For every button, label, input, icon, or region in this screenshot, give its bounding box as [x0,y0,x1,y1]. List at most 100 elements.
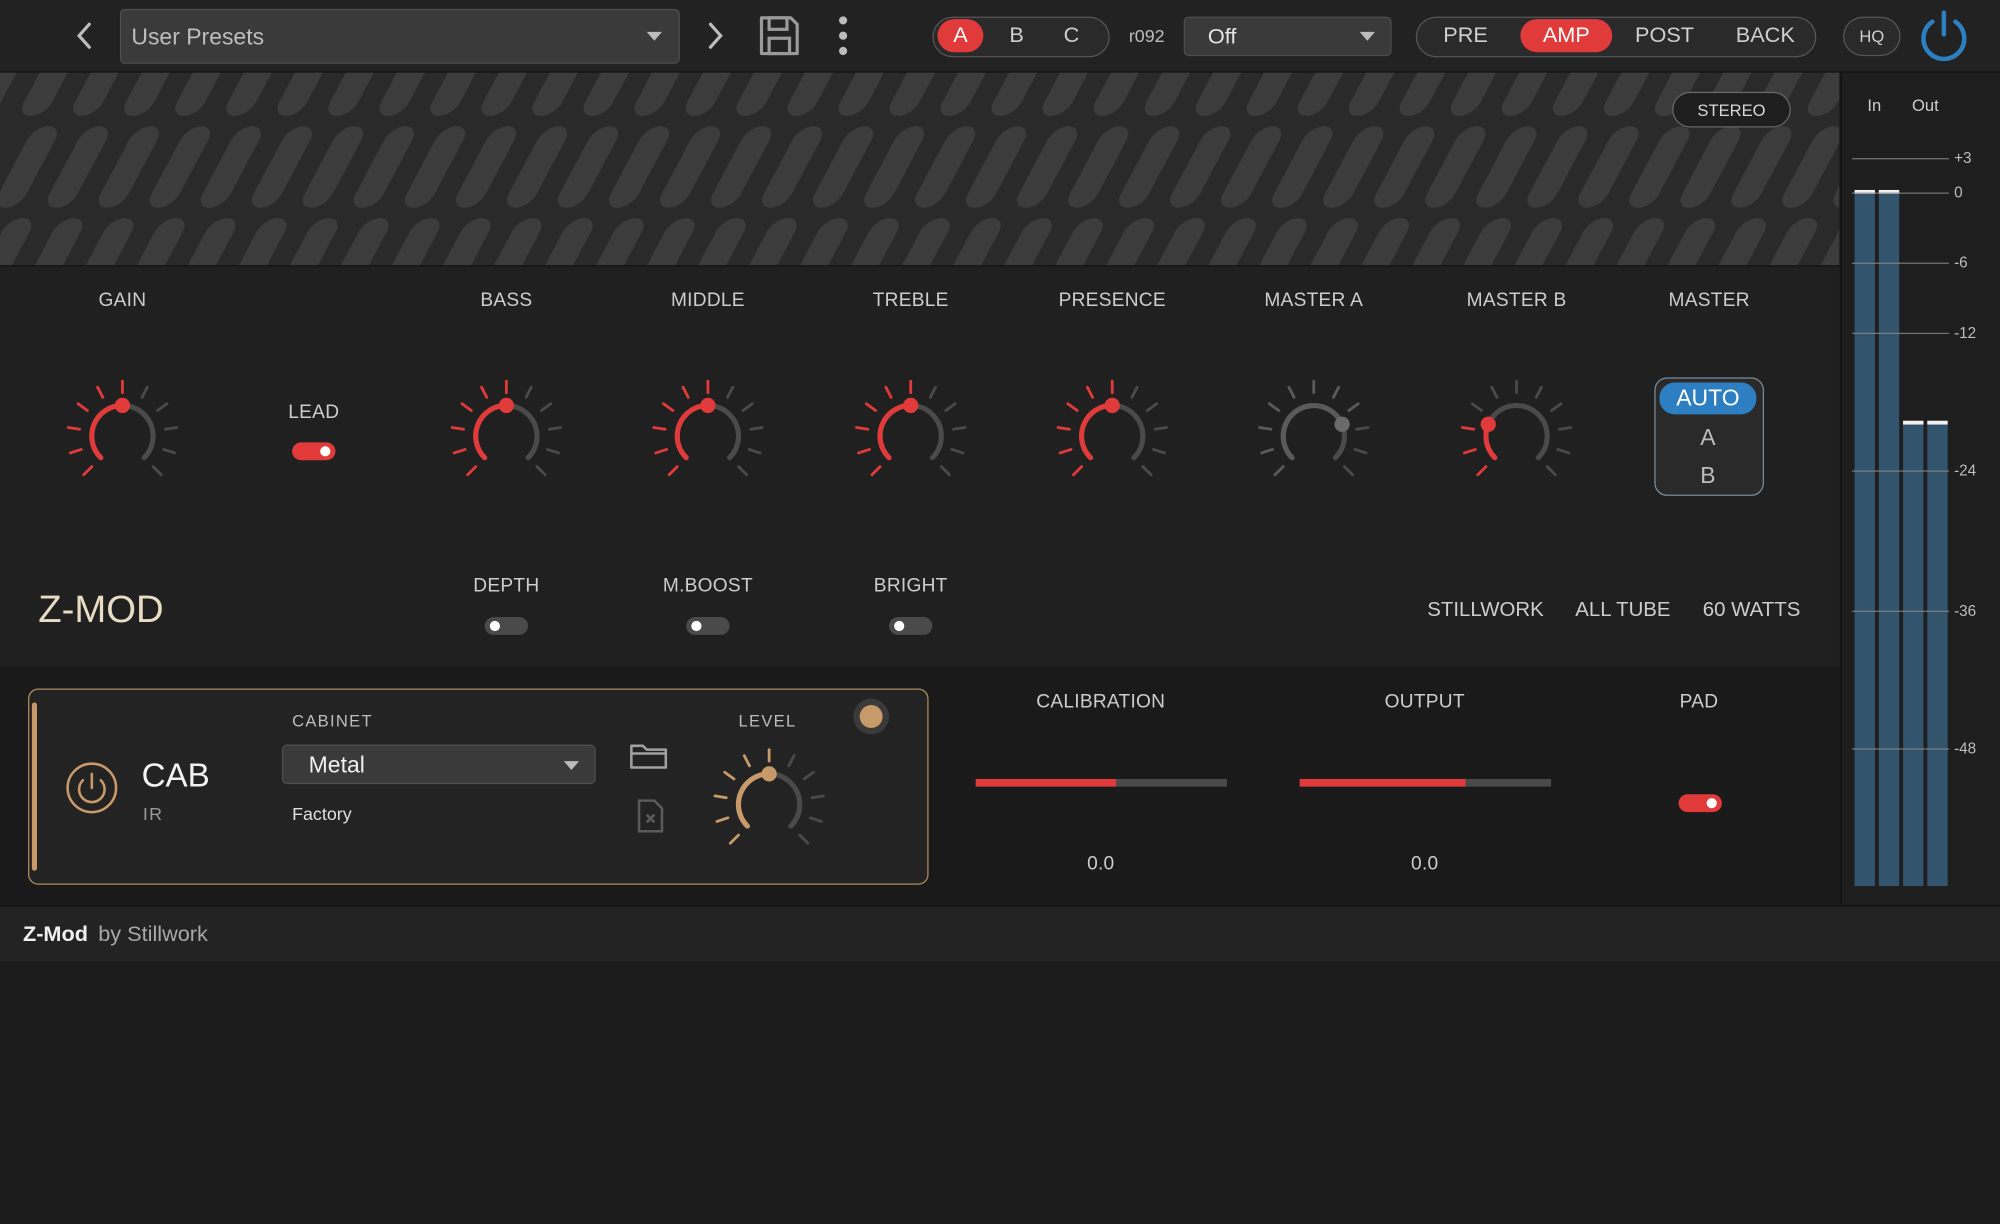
mode-dropdown[interactable]: Off [1183,16,1392,57]
knob-tick [808,816,823,823]
master-b-knob[interactable] [1453,372,1581,499]
grille-slot [1802,72,1840,117]
meter-scale-tick: 0 [1954,183,1963,202]
cab-source: Factory [292,803,352,824]
meter-scale-tick: -12 [1954,323,1977,342]
mboost-toggle[interactable] [686,617,730,635]
master-a-label: MASTER A [1264,289,1364,312]
cab-indicator[interactable] [853,698,890,735]
knob-arc [674,402,711,461]
knob-tick [749,426,764,431]
output-value: 0.0 [1411,852,1439,875]
tab-amp[interactable]: AMP [1520,19,1613,53]
knob-arc [1483,402,1550,461]
tab-post[interactable]: POST [1621,19,1708,52]
knob-tick [76,402,89,412]
cabinet-dropdown[interactable]: Metal [281,744,596,785]
chevron-down-icon [563,761,580,771]
depth-label: DEPTH [473,574,540,597]
chevron-left-icon[interactable] [71,18,97,54]
snapshot-c[interactable]: C [1048,19,1094,52]
meter-scale-line [1852,158,1949,160]
knob-tick [728,833,740,845]
master-option-b[interactable]: B [1659,462,1756,490]
level-label: LEVEL [738,711,797,731]
chevron-right-icon[interactable] [703,18,729,54]
knob-pointer [1334,416,1350,432]
power-icon[interactable] [1917,9,1971,63]
meter-out-label: Out [1911,95,1939,115]
meter-out-left-peak [1903,420,1924,425]
level-meters: In Out +3 0 -6 -12 -24 -36 -48 [1840,72,2000,904]
knob-tick [787,754,796,768]
knob-tick [737,465,749,477]
cabinet-value: Metal [308,752,365,778]
pad-label: PAD [1679,690,1719,713]
master-a-knob[interactable] [1250,372,1378,499]
calibration-fill [975,778,1117,787]
knob-tick [1153,426,1168,431]
knob-tick [864,402,878,412]
master-option-auto[interactable]: AUTO [1659,382,1757,415]
snapshot-a[interactable]: A [937,19,984,53]
knob-tick [1152,447,1166,455]
knob-tick [1085,385,1094,399]
bass-knob[interactable] [443,372,571,499]
meter-scale-tick: +3 [1954,149,1972,168]
pad-toggle[interactable] [1678,794,1722,813]
save-icon[interactable] [758,14,801,57]
chevron-down-icon [646,31,662,41]
knob-tick [1342,465,1354,477]
knob-tick [1287,385,1296,399]
more-vertical-icon[interactable] [835,14,850,57]
grille-slot [0,218,38,266]
knob-tick [1260,447,1274,455]
master-selector: AUTO A B [1654,377,1765,496]
knob-tick [884,385,893,399]
depth-toggle[interactable] [484,617,529,635]
knob-tick [681,385,690,399]
knob-arc [473,402,509,461]
cabinet-label: CABINET [292,711,373,731]
knob-tick [1066,402,1079,412]
preset-dropdown[interactable]: User Presets [119,8,680,64]
folder-icon[interactable] [629,741,670,772]
cab-power-icon[interactable] [65,761,119,815]
presence-knob[interactable] [1048,372,1176,499]
tab-pre[interactable]: PRE [1423,19,1507,52]
tab-back[interactable]: BACK [1721,19,1810,52]
file-clear-icon[interactable] [635,798,666,834]
cab-title: CAB [141,756,210,795]
stereo-button[interactable]: STEREO [1672,91,1791,128]
top-toolbar: User Presets A B C r092 Off PRE AMP POST… [0,0,2000,73]
gain-knob[interactable] [59,372,187,499]
treble-knob[interactable] [847,372,975,499]
bright-toggle[interactable] [889,617,933,635]
master-b-label: MASTER B [1466,289,1567,312]
knob-pointer [498,397,515,414]
lead-toggle[interactable] [292,442,336,461]
meter-scale-tick: -36 [1954,601,1977,620]
level-knob[interactable] [705,741,833,868]
preset-label: User Presets [131,24,265,50]
master-label: MASTER [1668,289,1750,312]
knob-tick [1470,402,1483,412]
knob-tick [1490,385,1499,399]
snapshot-b[interactable]: B [994,19,1040,52]
middle-knob[interactable] [644,372,772,499]
knob-tick [450,426,465,431]
meter-scale-tick: -6 [1954,253,1968,272]
knob-tick [452,447,467,455]
knob-tick [855,426,870,431]
knob-tick [1141,465,1153,477]
master-option-a[interactable]: A [1659,423,1756,451]
knob-tick [1355,426,1370,431]
hq-button[interactable]: HQ [1843,16,1901,57]
product-byline: by Stillwork [98,921,208,946]
knob-tick [1558,426,1573,431]
knob-tick [713,794,728,800]
meter-scale-tick: -24 [1954,461,1977,480]
calibration-label: CALIBRATION [1036,690,1166,713]
knob-tick [546,447,560,455]
knob-tick [1556,447,1571,455]
